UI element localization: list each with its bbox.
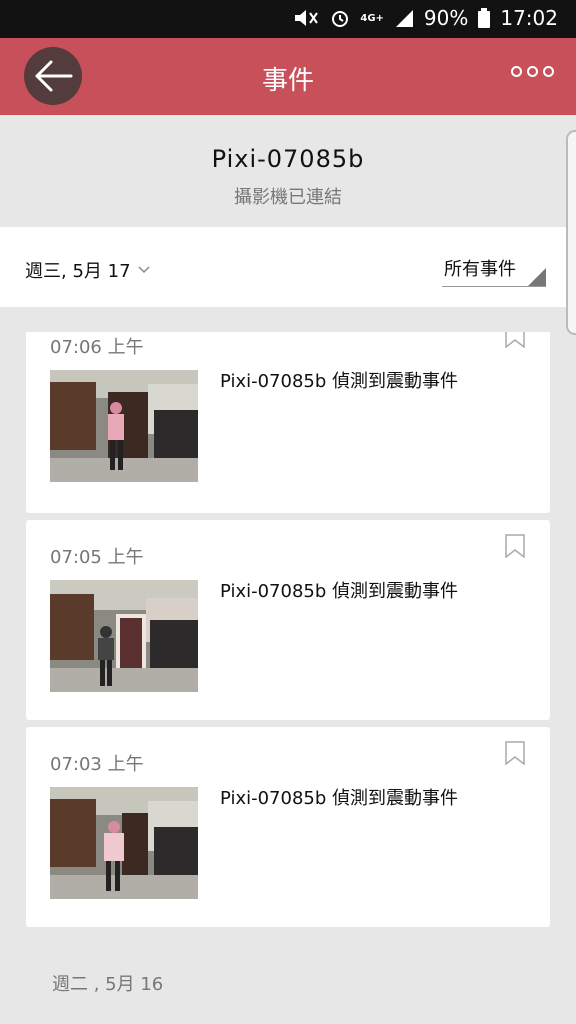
event-thumbnail[interactable] (50, 580, 198, 692)
event-description: Pixi-07085b 偵測到震動事件 (220, 788, 459, 809)
date-dropdown[interactable]: 週三, 5月 17 (25, 257, 151, 283)
status-icons: 4G+ 90% 17:02 (292, 6, 558, 30)
alarm-icon (330, 8, 350, 28)
filter-bar: 週三, 5月 17 所有事件 (0, 227, 576, 307)
day-header: 週二 , 5月 16 (52, 974, 164, 995)
date-label: 週三, 5月 17 (25, 261, 131, 282)
signal-icon (394, 8, 414, 28)
bookmark-icon[interactable] (504, 534, 526, 562)
event-time: 07:05 上午 (50, 547, 144, 568)
status-bar: 4G+ 90% 17:02 (0, 0, 576, 38)
event-time: 07:06 上午 (50, 337, 144, 358)
camera-header: Pixi-07085b 攝影機已連結 (0, 115, 576, 227)
battery-icon (478, 8, 491, 28)
event-list[interactable]: 07:06 上午 Pixi-07085b 偵測到震動事件 07:05 上午 Pi… (0, 332, 576, 1024)
event-thumbnail[interactable] (50, 787, 198, 899)
network-type: 4G+ (360, 12, 384, 24)
dropdown-triangle-icon (528, 268, 546, 286)
bookmark-icon[interactable] (504, 741, 526, 769)
bookmark-icon[interactable] (504, 332, 526, 352)
app-bar: 事件 (0, 38, 576, 115)
event-description: Pixi-07085b 偵測到震動事件 (220, 371, 459, 392)
mute-icon (292, 8, 320, 28)
more-dots-icon (511, 66, 522, 77)
event-card[interactable]: 07:03 上午 Pixi-07085b 偵測到震動事件 (26, 727, 550, 927)
camera-name: Pixi-07085b (211, 145, 365, 173)
page-title: 事件 (261, 66, 314, 96)
camera-status: 攝影機已連結 (234, 187, 342, 208)
clock: 17:02 (500, 6, 558, 30)
event-time: 07:03 上午 (50, 754, 144, 775)
event-type-label: 所有事件 (444, 259, 516, 280)
event-card[interactable]: 07:06 上午 Pixi-07085b 偵測到震動事件 (26, 332, 550, 513)
side-panel-handle[interactable] (566, 130, 576, 335)
chevron-down-icon (138, 266, 150, 274)
battery-percent: 90% (423, 6, 469, 30)
event-type-select[interactable]: 所有事件 (442, 255, 546, 287)
event-thumbnail[interactable] (50, 370, 198, 482)
event-description: Pixi-07085b 偵測到震動事件 (220, 581, 459, 602)
event-card[interactable]: 07:05 上午 Pixi-07085b 偵測到震動事件 (26, 520, 550, 720)
more-options-button[interactable] (511, 66, 554, 77)
